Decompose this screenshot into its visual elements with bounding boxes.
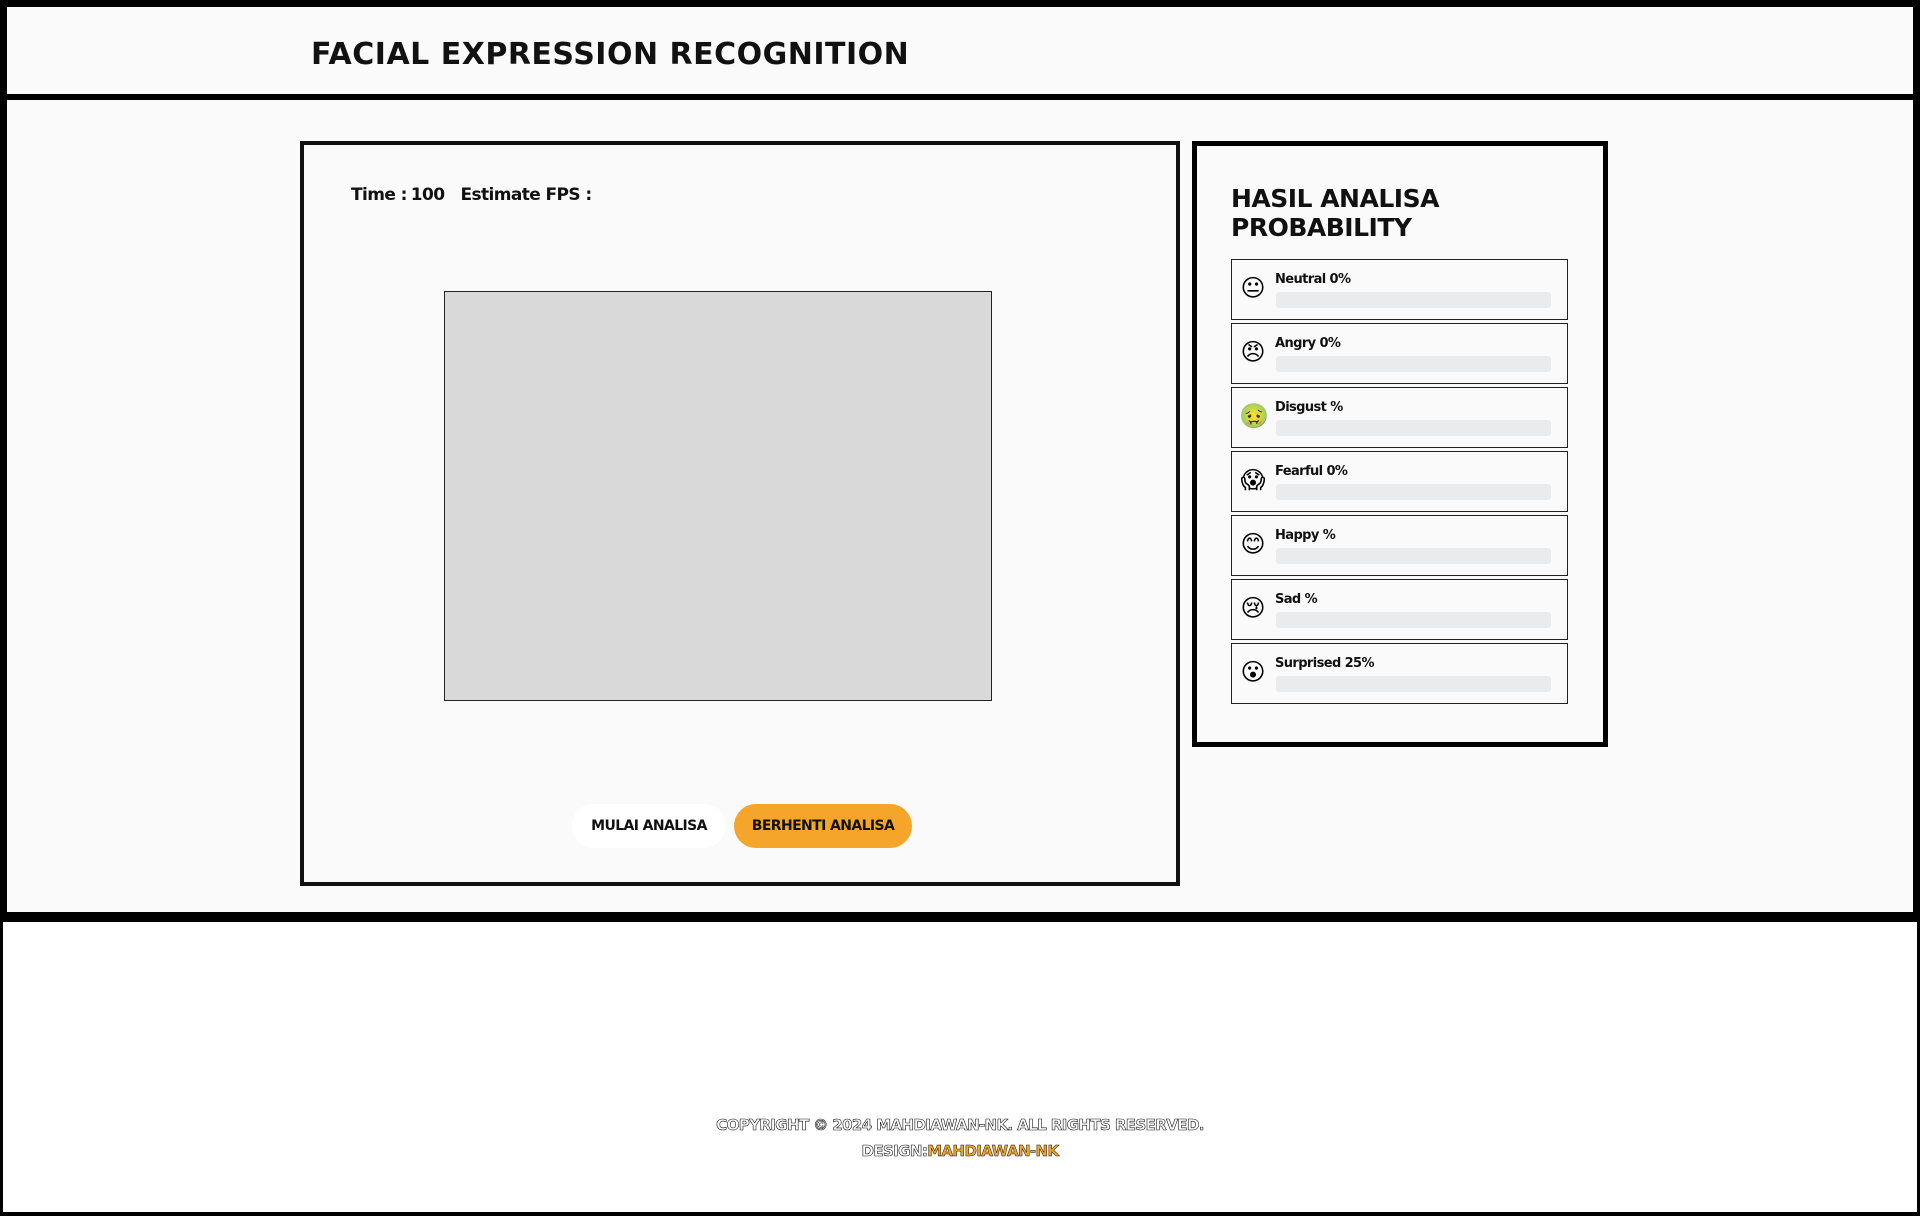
probability-bar bbox=[1276, 548, 1551, 564]
emotion-name: Sad bbox=[1275, 592, 1301, 607]
probability-bar bbox=[1276, 292, 1551, 308]
crying-face-icon: 😢 bbox=[1240, 594, 1266, 622]
probability-title: HASIL ANALISA PROBABILITY bbox=[1231, 184, 1439, 242]
angry-face-icon: 😠 bbox=[1240, 338, 1266, 366]
probability-bar bbox=[1276, 612, 1551, 628]
video-feed bbox=[444, 291, 992, 701]
emotion-value: 0 bbox=[1319, 336, 1328, 351]
camera-panel: Time : 100 Estimate FPS : MULAI ANALISA … bbox=[300, 141, 1180, 886]
page-footer: COPYRIGHT © 2024 MAHDIAWAN-NK. ALL RIGHT… bbox=[0, 922, 1920, 1216]
probability-label: Fearful 0% bbox=[1275, 464, 1348, 479]
probability-bar-fill bbox=[1276, 676, 1345, 692]
percent-sign: % bbox=[1304, 592, 1318, 607]
design-credit: DESIGN:MAHDIAWAN-NK bbox=[3, 1142, 1917, 1161]
emotion-name: Angry bbox=[1275, 336, 1316, 351]
probability-label: Disgust % bbox=[1275, 400, 1343, 415]
probability-item-surprised: 😮 Surprised 25% bbox=[1231, 643, 1568, 704]
page-header: FACIAL EXPRESSION RECOGNITION bbox=[0, 0, 1920, 100]
stop-analysis-button[interactable]: BERHENTI ANALISA bbox=[734, 804, 912, 848]
smiling-face-icon: 😊 bbox=[1240, 530, 1266, 558]
stats-row: Time : 100 Estimate FPS : bbox=[351, 185, 612, 205]
probability-bar bbox=[1276, 484, 1551, 500]
emotion-value: 25 bbox=[1344, 656, 1363, 671]
percent-sign: % bbox=[1327, 336, 1341, 351]
percent-sign: % bbox=[1330, 400, 1343, 415]
design-prefix: DESIGN: bbox=[861, 1142, 928, 1161]
nauseated-face-icon: 🤢 bbox=[1239, 402, 1269, 430]
screaming-face-icon: 😱 bbox=[1240, 466, 1266, 494]
percent-sign: % bbox=[1361, 656, 1375, 671]
start-analysis-button[interactable]: MULAI ANALISA bbox=[572, 804, 726, 848]
probability-item-happy: 😊 Happy % bbox=[1231, 515, 1568, 576]
emotion-name: Neutral bbox=[1275, 272, 1326, 287]
fps-stat: Estimate FPS : bbox=[460, 185, 595, 205]
emotion-name: Surprised bbox=[1275, 656, 1341, 671]
probability-label: Happy % bbox=[1275, 528, 1336, 543]
surprised-face-icon: 😮 bbox=[1240, 658, 1266, 686]
probability-label: Surprised 25% bbox=[1275, 656, 1375, 671]
emotion-value: 0 bbox=[1326, 464, 1335, 479]
probability-panel: HASIL ANALISA PROBABILITY 😐 Neutral 0% 😠… bbox=[1192, 141, 1608, 747]
probability-item-angry: 😠 Angry 0% bbox=[1231, 323, 1568, 384]
probability-item-sad: 😢 Sad % bbox=[1231, 579, 1568, 640]
probability-bar bbox=[1276, 676, 1551, 692]
probability-item-fearful: 😱 Fearful 0% bbox=[1231, 451, 1568, 512]
probability-label: Sad % bbox=[1275, 592, 1318, 607]
time-label: Time : bbox=[351, 185, 407, 205]
probability-bar bbox=[1276, 420, 1551, 436]
designer-link[interactable]: MAHDIAWAN-NK bbox=[927, 1142, 1059, 1161]
copyright-text: COPYRIGHT © 2024 MAHDIAWAN-NK. ALL RIGHT… bbox=[716, 1116, 1205, 1135]
probability-bar bbox=[1276, 356, 1551, 372]
time-value: 100 bbox=[410, 185, 445, 205]
probability-list: 😐 Neutral 0% 😠 Angry 0% 🤢 Disgust % 😱 Fe… bbox=[1231, 259, 1568, 707]
emotion-name: Fearful bbox=[1275, 464, 1323, 479]
time-stat: Time : 100 bbox=[351, 185, 445, 205]
emotion-name: Disgust bbox=[1275, 400, 1327, 415]
percent-sign: % bbox=[1322, 528, 1336, 543]
emotion-name: Happy bbox=[1275, 528, 1319, 543]
neutral-face-icon: 😐 bbox=[1240, 274, 1266, 302]
percent-sign: % bbox=[1338, 272, 1351, 287]
probability-item-neutral: 😐 Neutral 0% bbox=[1231, 259, 1568, 320]
fps-label: Estimate FPS : bbox=[460, 185, 592, 205]
probability-item-disgust: 🤢 Disgust % bbox=[1231, 387, 1568, 448]
probability-label: Neutral 0% bbox=[1275, 272, 1351, 287]
probability-label: Angry 0% bbox=[1275, 336, 1341, 351]
emotion-value: 0 bbox=[1329, 272, 1339, 287]
page-title: FACIAL EXPRESSION RECOGNITION bbox=[311, 37, 910, 72]
percent-sign: % bbox=[1334, 464, 1348, 479]
